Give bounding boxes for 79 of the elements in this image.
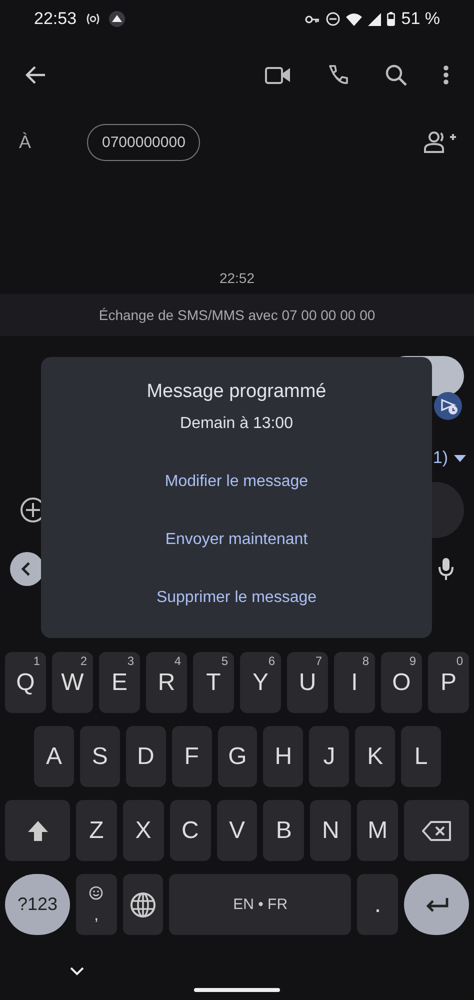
keyboard-key[interactable]: O 9 [381,652,422,713]
comma-label: , [94,908,99,924]
keyboard-key[interactable]: G [218,726,258,787]
app-notification-icon [108,11,125,27]
keyboard-key[interactable]: N [310,800,352,861]
dialog-subtitle: Demain à 13:00 [180,415,293,433]
dropdown-triangle-icon[interactable] [454,454,466,462]
keyboard-key[interactable]: K [355,726,396,787]
dialog-action[interactable]: Modifier le message [152,453,320,511]
shift-key[interactable] [5,800,70,861]
keyboard-key[interactable]: I 8 [334,652,375,713]
key-hint: 4 [174,654,181,668]
keyboard-key[interactable]: X [122,800,164,861]
keyboard-key[interactable]: E 3 [99,652,140,713]
keyboard-key[interactable]: . [357,874,398,935]
keyboard-key[interactable]: C [170,800,211,861]
battery-percentage: 51 % [401,9,440,29]
scheduled-send-icon [434,392,462,420]
key-icon [305,14,320,24]
keyboard-key[interactable]: U 7 [287,652,328,713]
keyboard-key[interactable]: B [263,800,304,861]
key-hint: 6 [268,654,275,668]
key-hint: 9 [409,654,416,668]
keyboard-key[interactable]: T 5 [193,652,234,713]
dialog-title: Message programmé [146,381,326,403]
key-hint: 8 [362,654,369,668]
keyboard-key[interactable]: A [34,726,74,787]
info-banner: Échange de SMS/MMS avec 07 00 00 00 00 [0,294,474,336]
recipient-chip[interactable]: 0700000000 [87,124,200,160]
microphone-icon[interactable] [438,557,454,581]
key-hint: 5 [221,654,228,668]
keyboard-key[interactable]: Q 1 [5,652,46,713]
key-hint: 0 [456,654,463,668]
to-label: À [19,132,32,152]
phone-icon[interactable] [327,64,349,86]
keyboard-key[interactable]: P 0 [428,652,469,713]
smiley-icon [89,886,104,900]
search-icon[interactable] [385,64,407,86]
hotspot-icon [84,13,101,25]
message-timestamp: 22:52 [219,270,255,286]
dialog-action[interactable]: Supprimer le message [144,569,329,627]
enter-arrow-icon [424,896,449,912]
keyboard-key[interactable]: W 2 [52,652,93,713]
keyboard-key[interactable]: L [401,726,442,787]
symbols-key[interactable]: ?123 [5,874,70,935]
more-options-icon[interactable] [443,65,449,85]
globe-icon [130,892,156,918]
key-hint: 1 [33,654,40,668]
sim-selector[interactable]: 1) [432,448,448,468]
hide-keyboard-icon[interactable] [70,966,84,976]
do-not-disturb-icon [326,12,340,26]
keyboard-key[interactable]: J [309,726,350,787]
key-hint: 2 [80,654,87,668]
backspace-key[interactable] [404,800,470,861]
keyboard-key[interactable]: V [216,800,258,861]
back-arrow-icon[interactable] [24,65,46,85]
keyboard-key[interactable]: D [126,726,166,787]
signal-icon [368,12,382,26]
key-hint: 7 [315,654,322,668]
keyboard-key[interactable]: R 4 [146,652,187,713]
language-key[interactable] [122,874,164,935]
keyboard-key[interactable]: M [357,800,398,861]
backspace-icon [422,820,452,842]
keyboard-key[interactable]: F [172,726,212,787]
dialog-action[interactable]: Envoyer maintenant [153,511,320,569]
keyboard-key[interactable]: Y 6 [240,652,281,713]
video-camera-icon[interactable] [265,65,291,85]
status-time: 22:53 [34,9,77,29]
keyboard-key[interactable]: Z [76,800,117,861]
add-people-icon[interactable] [424,131,456,153]
battery-icon [387,12,396,26]
keyboard-key[interactable]: S [80,726,120,787]
space-bar[interactable]: EN • FR [169,874,352,935]
emoji-comma-key[interactable]: , [76,874,117,935]
wifi-icon [346,12,362,26]
shift-arrow-icon [26,820,48,842]
keyboard-key[interactable]: H [263,726,304,787]
key-hint: 3 [127,654,134,668]
chevron-left-icon[interactable] [10,552,44,586]
